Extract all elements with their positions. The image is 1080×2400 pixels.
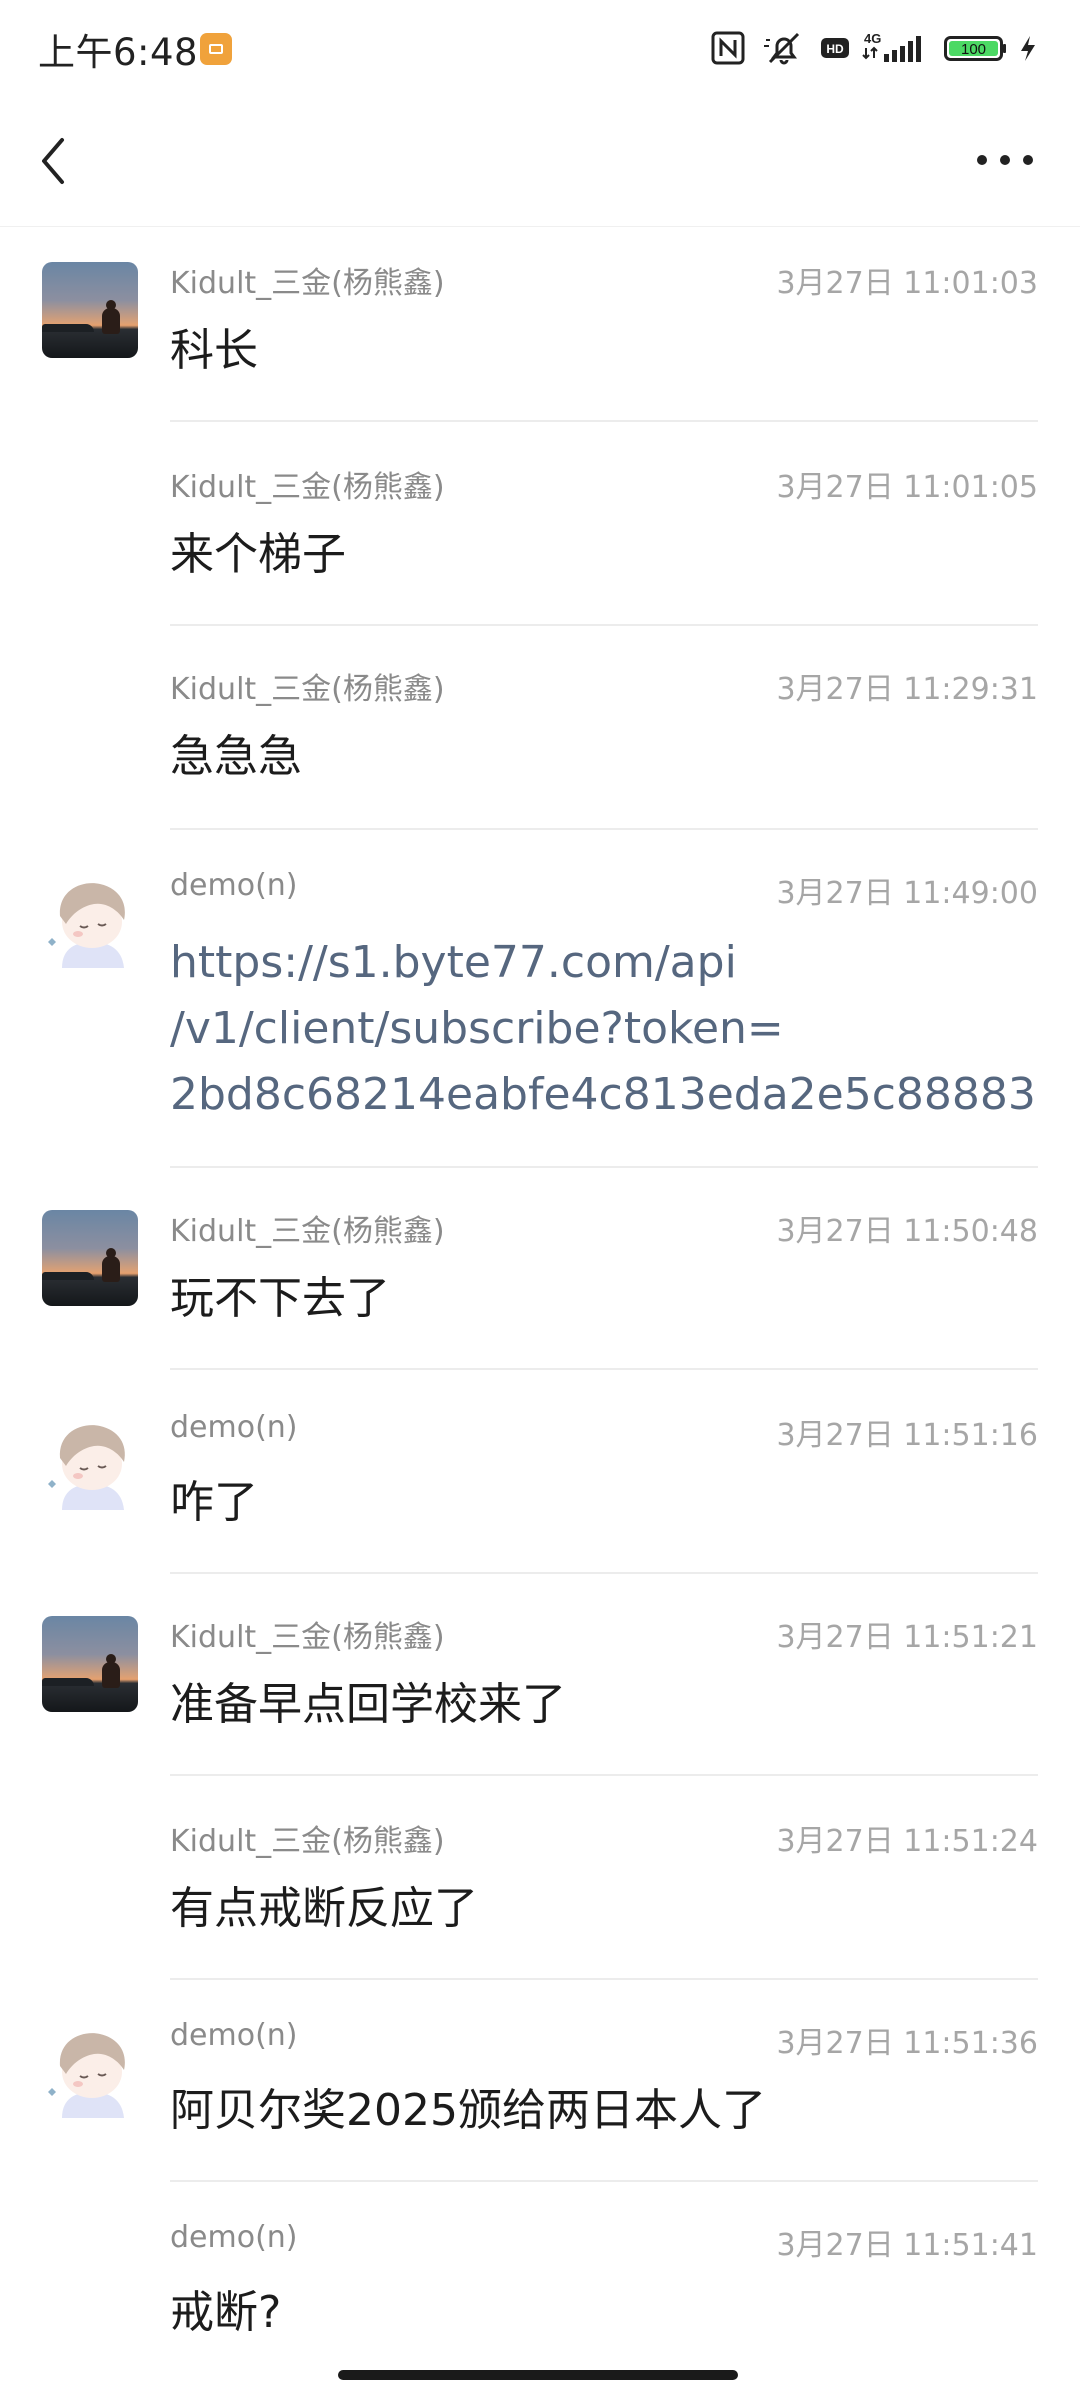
- sender-name: Kidult_三金(杨熊鑫): [170, 1620, 445, 1655]
- link-line[interactable]: /v1/client/subscribe?token=: [170, 996, 1030, 1062]
- message-time: 3月27日 11:29:31: [776, 672, 1038, 707]
- divider: [170, 1166, 1038, 1168]
- sender-name: Kidult_三金(杨熊鑫): [170, 470, 445, 505]
- avatar[interactable]: [42, 1210, 138, 1306]
- message-time: 3月27日 11:51:16: [776, 1418, 1038, 1453]
- message-text: 有点戒断反应了: [170, 1883, 478, 1934]
- message-time: 3月27日 11:51:36: [776, 2026, 1038, 2061]
- message-text: 戒断?: [170, 2287, 282, 2338]
- message-time: 3月27日 11:01:05: [776, 470, 1038, 505]
- divider: [170, 1572, 1038, 1574]
- svg-text:4G: 4G: [864, 31, 881, 46]
- divider: [170, 828, 1038, 830]
- sender-name: Kidult_三金(杨熊鑫): [170, 1824, 445, 1859]
- message-time: 3月27日 11:51:24: [776, 1824, 1038, 1859]
- divider: [170, 1978, 1038, 1980]
- message-time: 3月27日 11:51:21: [776, 1620, 1038, 1655]
- message-text: 急急急: [170, 731, 302, 782]
- avatar[interactable]: [42, 2022, 138, 2118]
- battery-icon: 100: [944, 36, 1006, 61]
- divider: [170, 1774, 1038, 1776]
- home-indicator[interactable]: [338, 2370, 738, 2380]
- divider: [170, 420, 1038, 422]
- link-line[interactable]: 2bd8c68214eabfe4c813eda2e5c88883: [170, 1062, 1036, 1128]
- message-text: 玩不下去了: [170, 1273, 390, 1324]
- status-time: 上午6:48: [38, 31, 199, 74]
- divider: [170, 624, 1038, 626]
- message-text: 科长: [170, 325, 258, 376]
- sender-name: Kidult_三金(杨熊鑫): [170, 1214, 445, 1249]
- charging-icon: [1021, 36, 1035, 61]
- signal-4g-icon: 4G: [862, 31, 921, 62]
- message-time: 3月27日 11:51:41: [776, 2228, 1038, 2263]
- sender-name: demo(n): [170, 2018, 298, 2053]
- avatar[interactable]: [42, 1414, 138, 1510]
- message-link[interactable]: https://s1.byte77.com/api /v1/client/sub…: [170, 930, 1036, 1128]
- message-time: 3月27日 11:01:03: [776, 266, 1038, 301]
- status-bar: 上午6:48 HD 4G 100: [0, 0, 1080, 96]
- message-time: 3月27日 11:50:48: [776, 1214, 1038, 1249]
- more-options-button[interactable]: [972, 140, 1038, 180]
- navigation-bar: [0, 96, 1080, 227]
- battery-level: 100: [961, 41, 986, 58]
- sender-name: Kidult_三金(杨熊鑫): [170, 672, 445, 707]
- mute-icon: [764, 32, 800, 65]
- sender-name: Kidult_三金(杨熊鑫): [170, 266, 445, 301]
- cartoon-avatar-icon: [42, 2022, 138, 2118]
- nfc-icon: [711, 31, 745, 65]
- message-text: 准备早点回学校来了: [170, 1679, 566, 1730]
- sender-name: demo(n): [170, 1410, 298, 1445]
- message-text: 来个梯子: [170, 529, 346, 580]
- divider: [170, 2180, 1038, 2182]
- link-line[interactable]: https://s1.byte77.com/api: [170, 930, 1030, 996]
- avatar[interactable]: [42, 262, 138, 358]
- avatar[interactable]: [42, 872, 138, 968]
- message-text: 咋了: [170, 1477, 258, 1528]
- svg-text:HD: HD: [826, 42, 844, 56]
- divider: [170, 1368, 1038, 1370]
- back-button[interactable]: [28, 126, 78, 196]
- message-text: 阿贝尔奖2025颁给两日本人了: [170, 2085, 766, 2136]
- cartoon-avatar-icon: [42, 872, 138, 968]
- app-notification-icon: [200, 33, 232, 65]
- cartoon-avatar-icon: [42, 1414, 138, 1510]
- sender-name: demo(n): [170, 2220, 298, 2255]
- avatar[interactable]: [42, 1616, 138, 1712]
- sender-name: demo(n): [170, 868, 298, 903]
- message-time: 3月27日 11:49:00: [776, 876, 1038, 911]
- hd-icon: HD: [821, 38, 849, 58]
